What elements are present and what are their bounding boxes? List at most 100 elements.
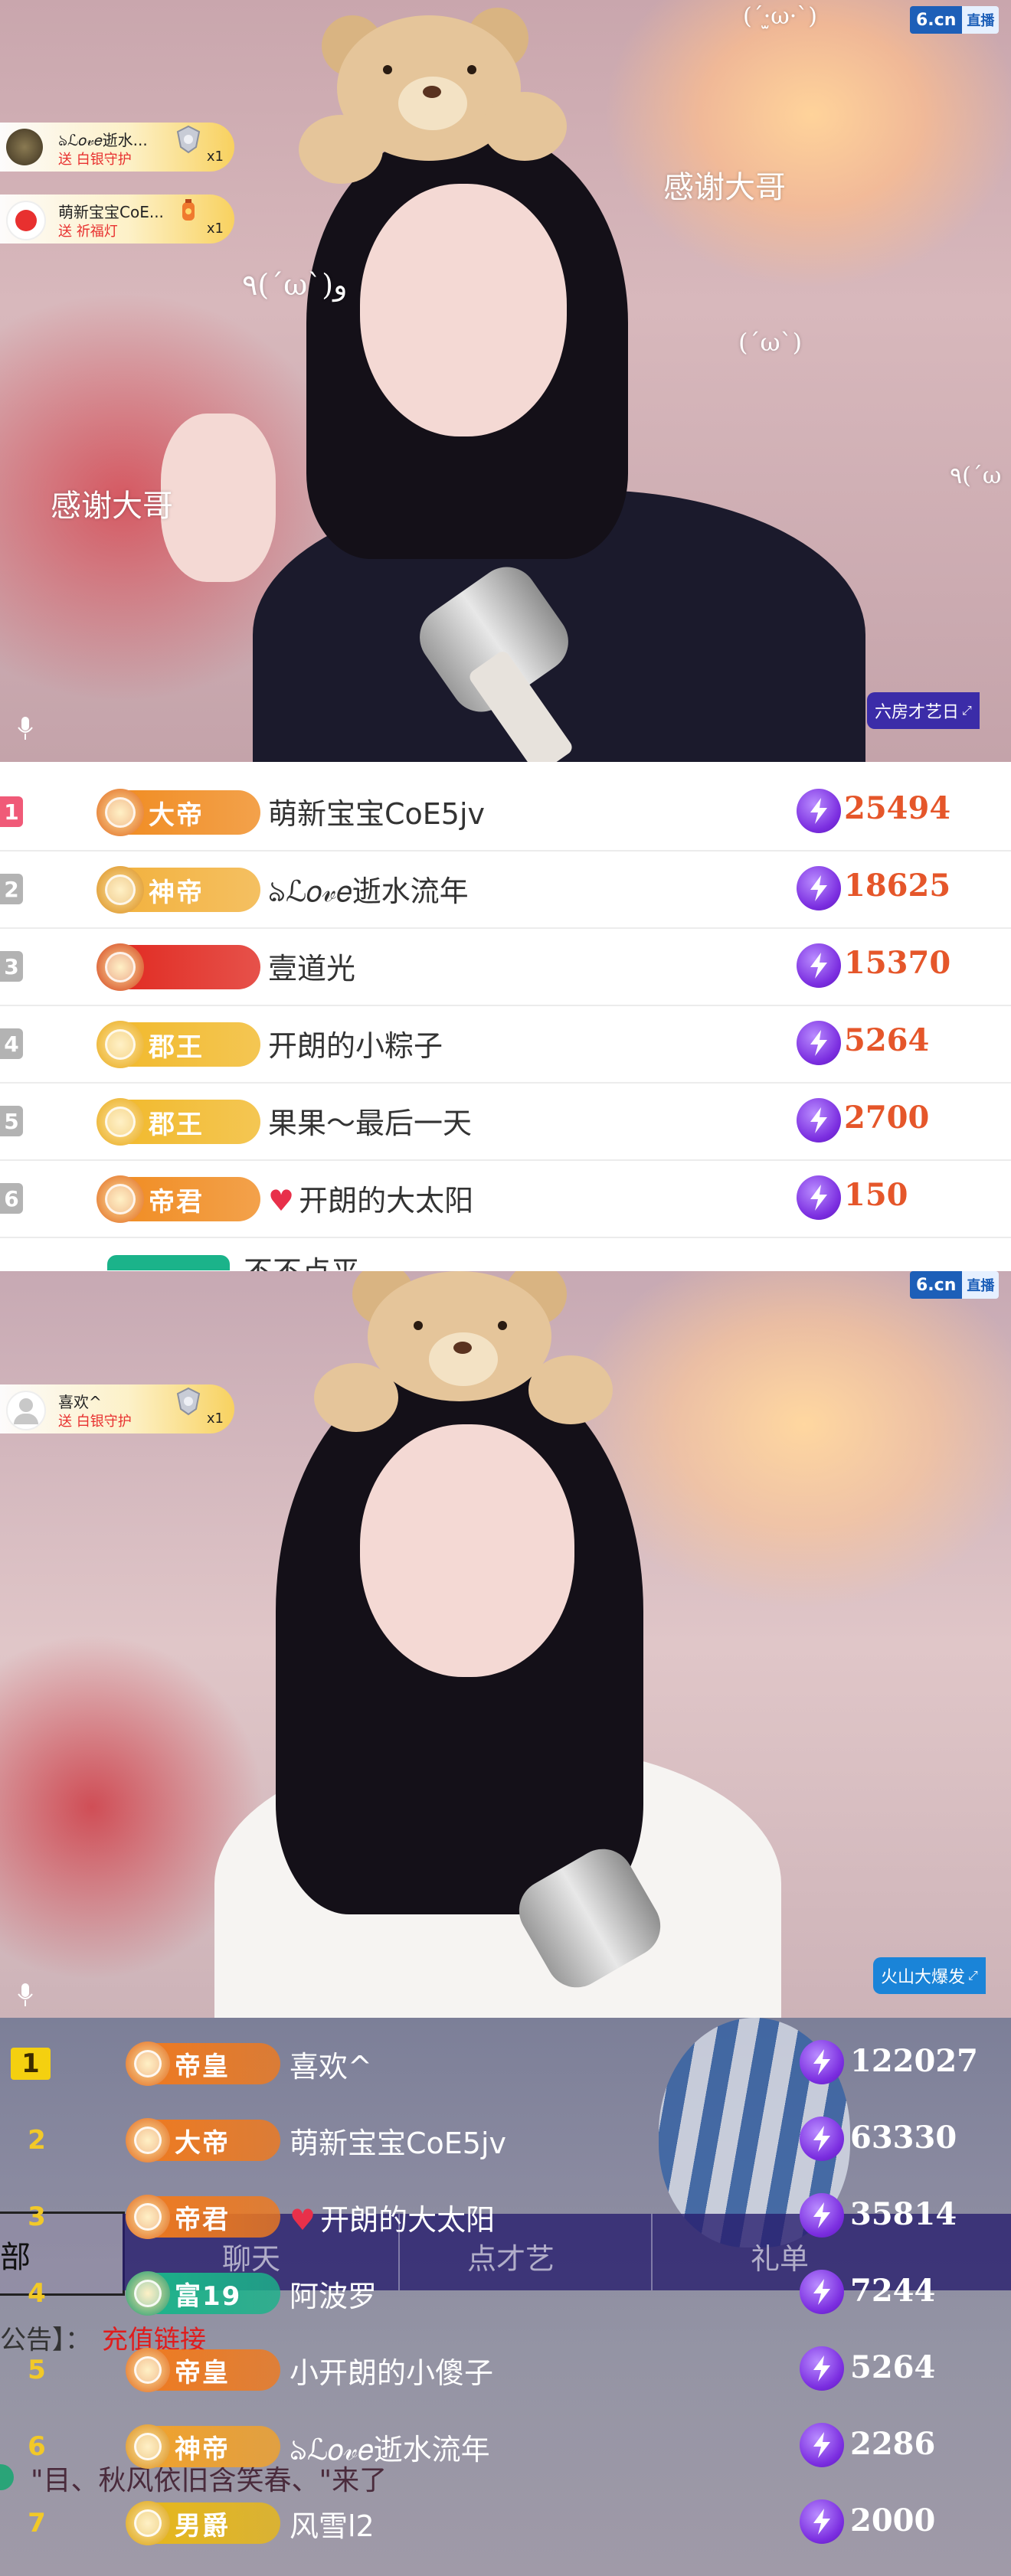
- expand-icon: ⤢: [968, 1968, 978, 1983]
- badge-partial: [107, 1255, 230, 1270]
- avatar: [6, 1391, 46, 1430]
- room-tag-label: 六房才艺日: [875, 703, 960, 722]
- contribution-score: 7244: [850, 2273, 936, 2309]
- badge-emblem-icon: [97, 789, 144, 836]
- microphone-icon[interactable]: [17, 715, 34, 741]
- list-item[interactable]: 5 郡王 果果～最后一天 2700: [0, 1083, 1011, 1161]
- avatar: [6, 129, 43, 165]
- platform-logo-badge: 6.cn 直播: [910, 1271, 1000, 1299]
- badge-emblem-icon: [126, 2348, 170, 2392]
- lightning-icon: [800, 2040, 844, 2084]
- badge-label: 男爵: [175, 2510, 230, 2542]
- contribution-score: 18625: [844, 868, 951, 904]
- live-label: 直播: [962, 1271, 1000, 1299]
- live-video-top[interactable]: (ˊ·̫ω·ˋ) 感谢大哥 ٩(ˊωˋ)و (ˊωˋ) 感谢大哥 ٩(ˊω 6.…: [0, 0, 1011, 762]
- user-name-line: 风雪l2: [290, 2502, 375, 2545]
- lightning-icon: [797, 1098, 841, 1143]
- contribution-ranking-list: 1 大帝 萌新宝宝CoE5jv 25494 2 神帝 ঌℒ𝑜𝓋𝑒逝水流年 18625 3 壹道光 1…: [0, 762, 1011, 1272]
- list-item[interactable]: 6 神帝 ঌℒ𝑜𝓋𝑒逝水流年 2286: [0, 2408, 1011, 2484]
- lightning-icon: [797, 866, 841, 910]
- overlay-emoticon: (ˊ·̫ω·ˋ): [743, 3, 817, 30]
- room-tag-badge[interactable]: 六房才艺日 ⤢: [867, 692, 980, 729]
- lightning-icon: [797, 789, 841, 833]
- badge-emblem-icon: [97, 1021, 144, 1068]
- rank-badge: 郡王: [97, 1021, 260, 1068]
- contribution-score: 35814: [850, 2196, 957, 2232]
- rank-number: 3: [0, 951, 23, 982]
- badge-emblem-icon: [97, 1098, 144, 1146]
- rank-badge: 大帝: [126, 2118, 280, 2162]
- contribution-score: 2000: [850, 2502, 936, 2538]
- bear-headband-top: [291, 0, 582, 207]
- rank-badge: 帝君: [97, 1175, 260, 1223]
- badge-label: 富19: [175, 2280, 242, 2312]
- rank-number: 4: [0, 1028, 23, 1059]
- list-item[interactable]: 4 郡王 开朗的小粽子 5264: [0, 1005, 1011, 1084]
- gift-count: x1: [206, 1411, 224, 1427]
- user-name-line: 果果～最后一天: [268, 1100, 472, 1142]
- gift-action: 送 白银守护: [58, 1414, 132, 1430]
- badge-label: 郡王: [149, 1031, 204, 1063]
- list-item[interactable]: 2 神帝 ঌℒ𝑜𝓋𝑒逝水流年 18625: [0, 851, 1011, 929]
- gift-sender-name: 喜欢^: [58, 1393, 102, 1411]
- overlay-emoticon: ٩(ˊωˋ)و: [242, 268, 348, 302]
- expand-icon: ⤢: [962, 703, 972, 718]
- user-name: ঌℒ𝑜𝓋𝑒逝水流年: [290, 2433, 490, 2466]
- streamer-face: [360, 184, 567, 436]
- rank-badge: 帝君: [126, 2195, 280, 2239]
- user-name-line: 开朗的小粽子: [268, 1022, 443, 1064]
- badge-emblem-icon: [126, 2195, 170, 2239]
- microphone-icon[interactable]: [17, 1982, 34, 2008]
- badge-emblem-icon: [97, 943, 144, 991]
- user-name-line: ♥ 开朗的大太阳: [268, 1177, 473, 1219]
- list-item[interactable]: 3 壹道光 15370: [0, 928, 1011, 1006]
- user-name-line: ঌℒ𝑜𝓋𝑒逝水流年: [268, 868, 469, 918]
- badge-emblem-icon: [97, 1175, 144, 1223]
- rank-number: 6: [28, 2431, 46, 2462]
- heart-icon: ♥: [268, 1184, 295, 1218]
- rank-badge: 神帝: [126, 2424, 280, 2469]
- live-video-bottom[interactable]: 6.cn 直播 喜欢^ 送 白银守护 x1 火山大爆发 ⤢: [0, 1271, 1011, 2018]
- rank-badge: 男爵: [126, 2501, 280, 2545]
- gift-notification: 萌新宝宝CoE... 送 祈福灯 x1: [0, 195, 234, 244]
- badge-emblem-icon: [126, 2271, 170, 2316]
- room-tag-badge[interactable]: 火山大爆发 ⤢: [873, 1957, 986, 1994]
- user-name: 阿波罗: [290, 2280, 378, 2313]
- badge-label: 郡王: [149, 1109, 204, 1140]
- list-item[interactable]: 1 帝皇 喜欢^ 122027: [0, 2025, 1011, 2101]
- overlay-emoticon: ٩(ˊω: [950, 463, 1002, 489]
- lightning-icon: [800, 2423, 844, 2467]
- user-name: 喜欢^: [290, 2050, 372, 2084]
- overlay-emoticon: (ˊωˋ): [738, 328, 803, 357]
- user-name-line: 萌新宝宝CoE5jv: [290, 2120, 506, 2162]
- list-item[interactable]: 3 帝君 ♥ 开朗的大太阳 35814: [0, 2178, 1011, 2254]
- rank-number: 6: [0, 1183, 23, 1214]
- rank-badge: 大帝: [97, 789, 260, 836]
- user-name: ঌℒ𝑜𝓋𝑒逝水流年: [268, 874, 469, 908]
- list-item[interactable]: 6 帝君 ♥ 开朗的大太阳 150: [0, 1160, 1011, 1238]
- rank-number: 2: [28, 2125, 46, 2156]
- user-name: 开朗的大太阳: [320, 2203, 496, 2237]
- rank-number: 7: [28, 2508, 46, 2538]
- contribution-score: 150: [844, 1177, 908, 1213]
- user-name: 果果～最后一天: [268, 1107, 473, 1140]
- user-name-line: 小开朗的小傻子: [290, 2349, 493, 2391]
- user-name: 小开朗的小傻子: [290, 2356, 494, 2390]
- list-item[interactable]: 5 帝皇 小开朗的小傻子 5264: [0, 2331, 1011, 2408]
- list-item[interactable]: 2 大帝 萌新宝宝CoE5jv 63330: [0, 2101, 1011, 2178]
- badge-emblem-icon: [97, 866, 144, 914]
- rank-number: 5: [28, 2355, 46, 2385]
- rank-number: 4: [28, 2278, 46, 2309]
- user-name-line: 壹道光: [268, 945, 355, 987]
- badge-emblem-icon: [126, 2501, 170, 2545]
- gift-action: 送 白银守护: [58, 152, 132, 168]
- overlay-thanks-text: 感谢大哥: [51, 489, 173, 524]
- lightning-icon: [800, 2346, 844, 2391]
- list-item[interactable]: 7 男爵 风雪l2 2000: [0, 2484, 1011, 2561]
- list-item[interactable]: 1 大帝 萌新宝宝CoE5jv 25494: [0, 773, 1011, 852]
- list-item[interactable]: 4 富19 阿波罗 7244: [0, 2254, 1011, 2331]
- lightning-icon: [800, 2499, 844, 2544]
- rank-number: 1: [0, 796, 23, 827]
- contribution-score: 122027: [850, 2043, 978, 2079]
- rank-number: 5: [0, 1106, 23, 1136]
